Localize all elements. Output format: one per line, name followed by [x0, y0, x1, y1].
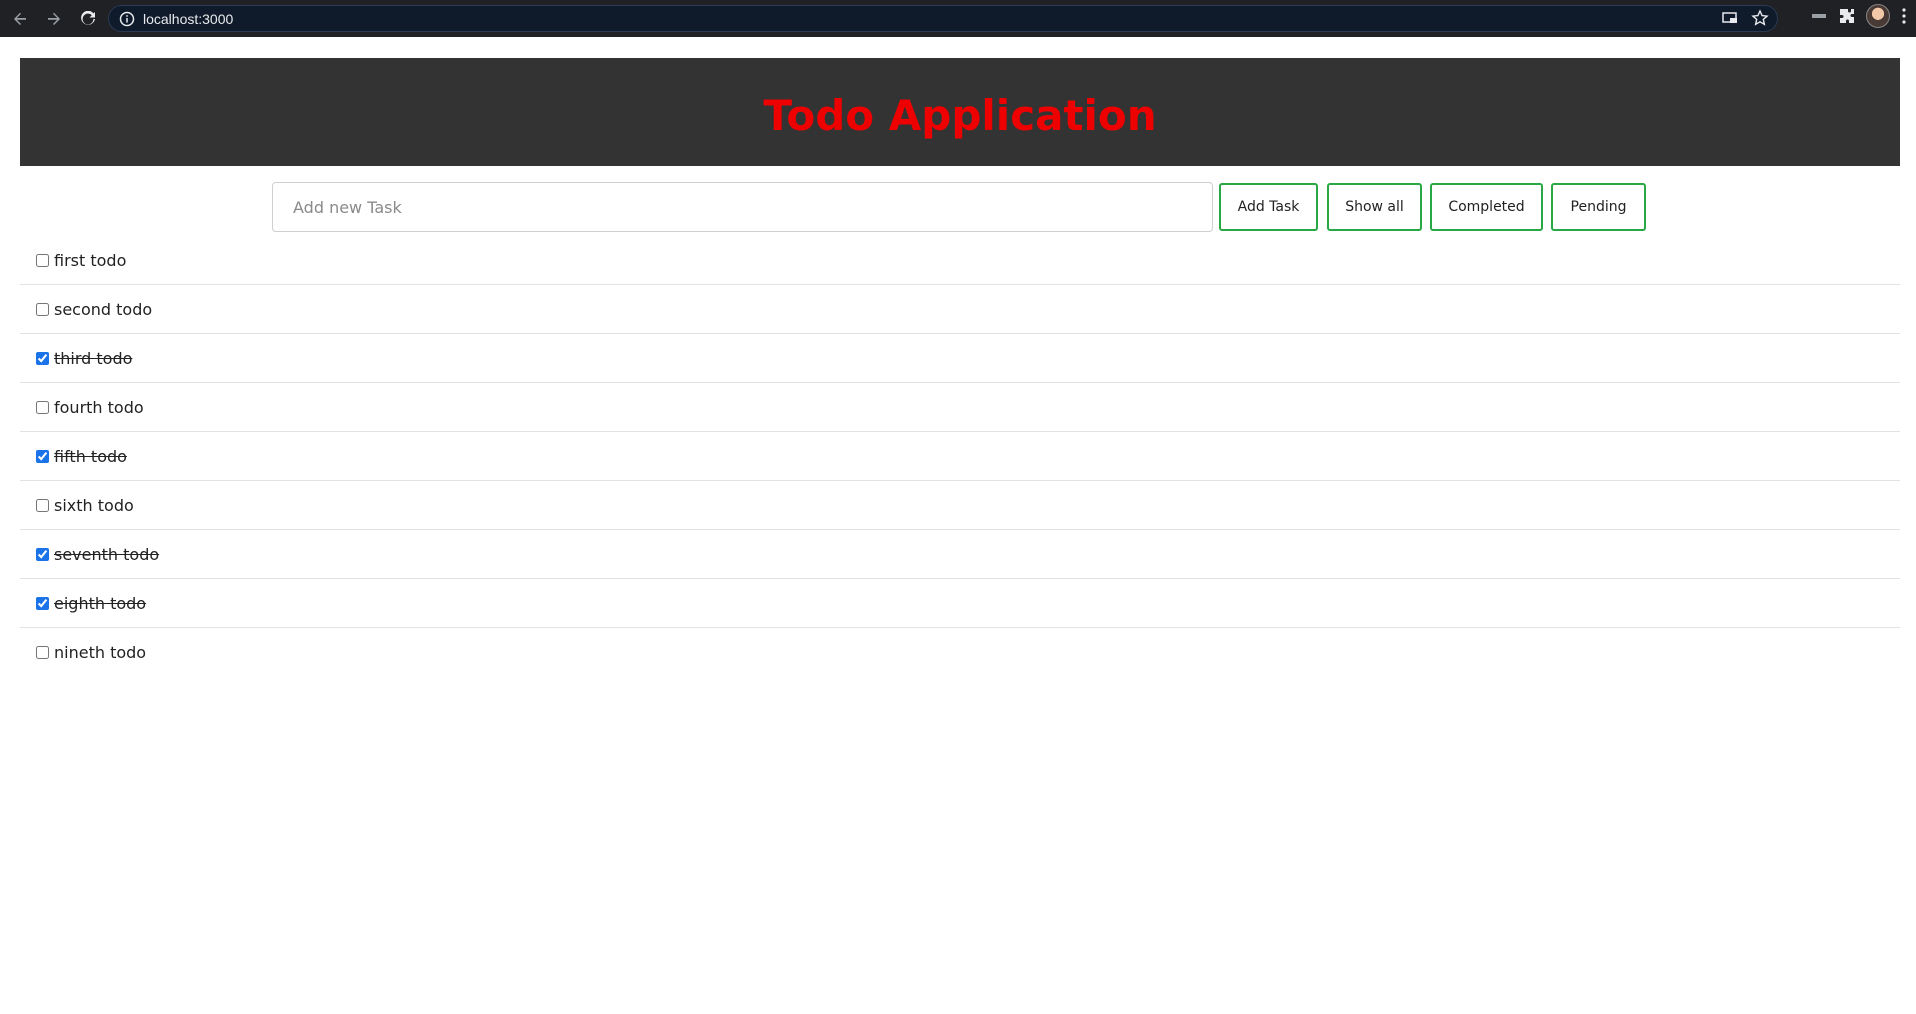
todo-item: second todo [20, 285, 1900, 334]
todo-list: first todo second todo third todo fourth… [20, 236, 1900, 677]
todo-text: fourth todo [54, 397, 144, 417]
todo-text: fifth todo [54, 446, 127, 466]
todo-checkbox[interactable] [36, 596, 49, 610]
forward-arrow-icon[interactable] [40, 5, 68, 33]
todo-item: eighth todo [20, 579, 1900, 628]
todo-checkbox[interactable] [36, 351, 49, 365]
app-header: Todo Application [20, 58, 1900, 166]
pending-filter-button[interactable]: Pending [1551, 183, 1646, 231]
todo-item: fourth todo [20, 383, 1900, 432]
todo-text: eighth todo [54, 593, 147, 613]
avatar[interactable] [1866, 4, 1890, 28]
url-text[interactable]: localhost:3000 [143, 11, 233, 27]
todo-text: third todo [54, 348, 133, 368]
todo-checkbox[interactable] [36, 646, 49, 659]
puzzle-icon[interactable] [1838, 7, 1856, 25]
back-arrow-icon[interactable] [6, 5, 34, 33]
new-task-input[interactable] [272, 182, 1213, 232]
completed-filter-button[interactable]: Completed [1430, 183, 1543, 231]
page-title: Todo Application [763, 90, 1157, 140]
todo-checkbox[interactable] [36, 449, 49, 463]
info-icon[interactable] [119, 11, 135, 27]
reload-icon[interactable] [74, 5, 102, 33]
show-all-button[interactable]: Show all [1327, 183, 1422, 231]
todo-item: sixth todo [20, 481, 1900, 530]
todo-item: fifth todo [20, 432, 1900, 481]
todo-item: third todo [20, 334, 1900, 383]
todo-checkbox[interactable] [36, 498, 49, 512]
todo-checkbox[interactable] [36, 302, 49, 316]
todo-checkbox[interactable] [36, 400, 49, 414]
add-task-button[interactable]: Add Task [1219, 183, 1318, 231]
todo-text: second todo [54, 299, 153, 319]
tab-strip-icon[interactable] [1810, 7, 1828, 25]
cast-icon[interactable] [1721, 9, 1739, 27]
star-icon[interactable] [1751, 9, 1769, 27]
todo-item: seventh todo [20, 530, 1900, 579]
todo-text: first todo [54, 250, 127, 270]
address-bar[interactable]: localhost:3000 [108, 5, 1778, 32]
todo-item: first todo [20, 236, 1900, 285]
todo-text: sixth todo [54, 495, 134, 515]
todo-text: nineth todo [54, 643, 147, 662]
todo-text: seventh todo [54, 544, 160, 564]
todo-checkbox[interactable] [36, 547, 49, 561]
browser-toolbar: localhost:3000 [0, 0, 1916, 37]
task-controls: Add Task Show all Completed Pending [272, 182, 1646, 232]
todo-checkbox[interactable] [36, 253, 49, 267]
kebab-menu-icon[interactable] [1900, 7, 1908, 25]
todo-item: nineth todo [20, 628, 1900, 677]
